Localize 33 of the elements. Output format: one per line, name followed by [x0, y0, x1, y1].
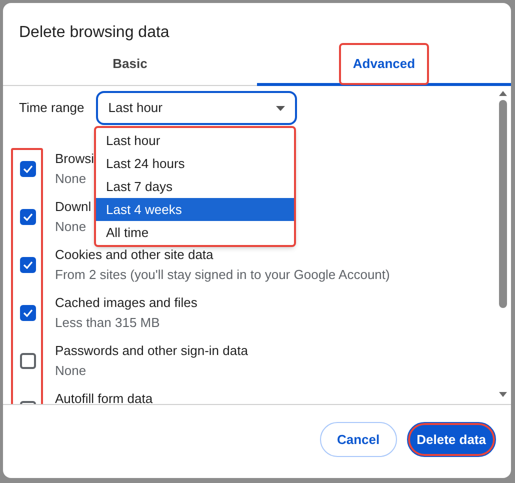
item-label: Passwords and other sign-in data [55, 342, 248, 360]
item-detail: None [55, 170, 88, 188]
checkbox[interactable] [20, 305, 36, 321]
checkmark-icon [23, 213, 33, 221]
item-detail: Less than 315 MB [55, 314, 161, 332]
item-detail: From 2 sites (you'll stay signed in to your Google Account) [55, 266, 390, 284]
tab[interactable]: Advanced [340, 45, 428, 83]
checkbox[interactable] [20, 257, 36, 273]
time-range-label: Time range [19, 99, 84, 118]
dialog-title: Delete browsing data [18, 23, 170, 43]
checkmark-icon [23, 165, 33, 173]
delete-button[interactable]: Delete data [406, 422, 496, 457]
checkmark-icon [23, 309, 33, 317]
dropdown-option[interactable]: Last hour [96, 129, 294, 152]
item-detail: None [55, 218, 88, 236]
dropdown-caret-icon [276, 106, 286, 110]
checkmark-icon [23, 261, 33, 269]
item-detail: None [55, 362, 88, 380]
dropdown-option[interactable]: Last 7 days [96, 175, 294, 198]
item-label: Cookies and other site data [55, 246, 214, 264]
item-label: Autofill form data [55, 390, 153, 404]
dropdown-option[interactable]: Last 24 hours [96, 152, 294, 175]
cancel-button[interactable]: Cancel [320, 422, 397, 457]
item-label: Downl [55, 198, 92, 216]
tab[interactable]: Basic [100, 45, 160, 83]
dropdown-option[interactable]: All time [96, 221, 294, 244]
item-label: Cached images and files [55, 294, 198, 312]
checkbox[interactable] [20, 209, 36, 225]
time-range-dropdown[interactable]: Last hour [96, 91, 298, 125]
dropdown-option[interactable]: Last 4 weeks [96, 198, 294, 221]
checkbox[interactable] [20, 161, 36, 177]
item-label: Browsi [55, 150, 94, 168]
checkbox[interactable] [20, 353, 36, 369]
